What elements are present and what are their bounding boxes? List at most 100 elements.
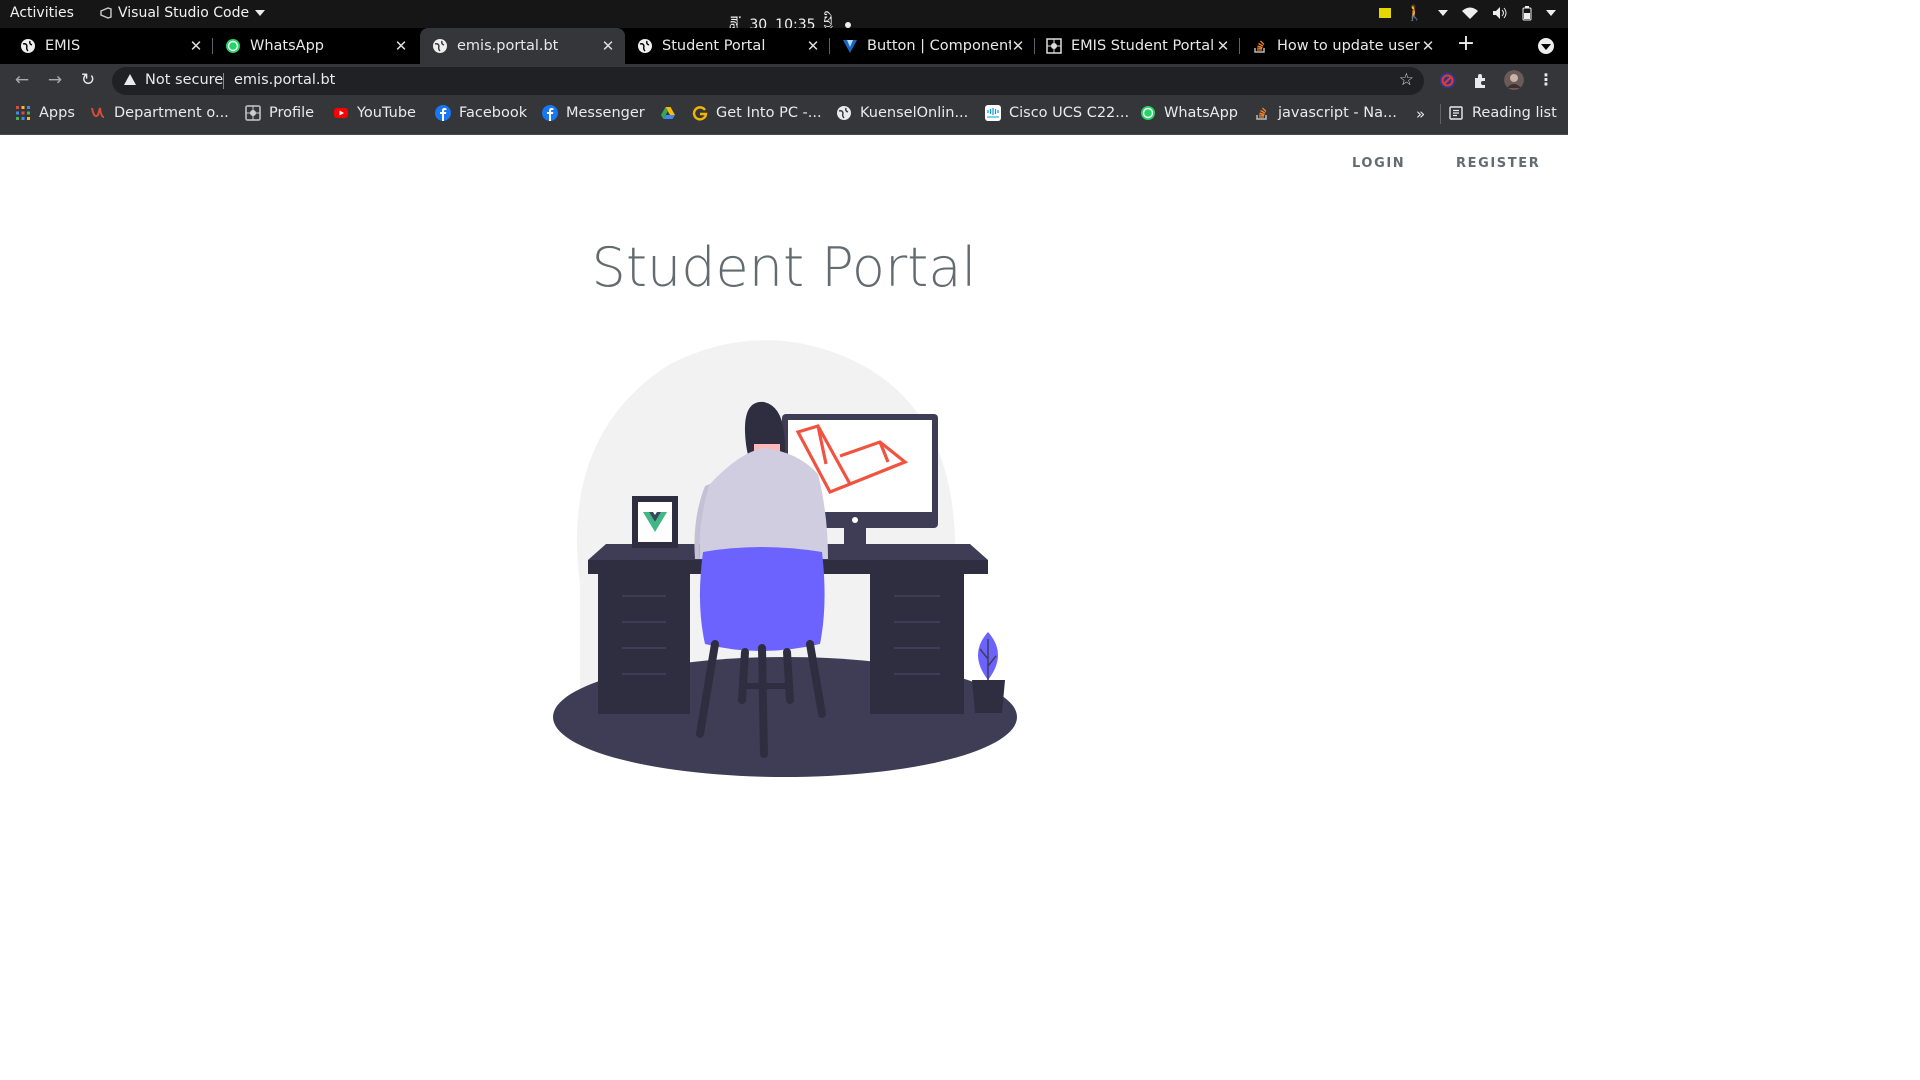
bookmark-label: YouTube	[357, 105, 416, 121]
bookmark-label: Cisco UCS C22...	[1009, 105, 1130, 121]
omnibox-divider	[223, 73, 224, 89]
tab-stackoverflow[interactable]: How to update user ✕	[1240, 28, 1445, 64]
tab-title: EMIS Student Portal	[1071, 38, 1215, 54]
mouse	[868, 552, 884, 558]
bookmarks-overflow-button[interactable]: »	[1416, 105, 1425, 123]
grid-logo-icon	[1046, 38, 1062, 54]
bookmark-youtube[interactable]: YouTube	[333, 105, 416, 121]
whatsapp-icon	[226, 39, 240, 53]
system-tray[interactable]: 🚶	[1379, 4, 1556, 22]
tab-search-button[interactable]	[1538, 38, 1554, 54]
close-icon[interactable]: ✕	[1011, 37, 1025, 55]
bookmark-stackoverflow[interactable]: javascript - Na...	[1254, 105, 1397, 121]
warning-icon	[124, 74, 136, 85]
security-status[interactable]: Not secure	[145, 72, 223, 88]
bookmark-department[interactable]: Department o...	[90, 105, 229, 121]
new-tab-button[interactable]: +	[1456, 33, 1476, 56]
bookmark-label: WhatsApp	[1164, 105, 1238, 121]
notes-icon[interactable]	[1379, 8, 1392, 18]
forward-button[interactable]: →	[46, 71, 64, 89]
activities-button[interactable]: Activities	[10, 5, 74, 21]
bookmarks-divider	[1440, 104, 1441, 124]
bookmark-label: Messenger	[566, 105, 645, 121]
close-icon[interactable]: ✕	[601, 37, 615, 55]
bookmark-profile[interactable]: Profile	[245, 105, 314, 121]
facebook-icon	[542, 105, 558, 121]
bookmark-cisco[interactable]: Cisco UCS C22...	[985, 105, 1129, 121]
system-top-bar: Activities Visual Studio Code ཟླ་ 30 10:…	[0, 0, 1568, 33]
tab-title: Button | Component	[867, 38, 1011, 54]
accessibility-icon[interactable]: 🚶	[1405, 4, 1424, 22]
reading-list-button[interactable]: Reading list	[1448, 105, 1557, 121]
globe-icon	[837, 106, 851, 120]
tab-student-portal[interactable]: Student Portal ✕	[625, 28, 830, 64]
bookmark-getintopc[interactable]: Get Into PC -...	[692, 105, 822, 121]
close-icon[interactable]: ✕	[1216, 37, 1230, 55]
extension-blocker-icon[interactable]	[1439, 72, 1456, 89]
close-icon[interactable]: ✕	[189, 37, 203, 55]
reload-button[interactable]: ↻	[79, 71, 97, 89]
tab-whatsapp[interactable]: WhatsApp ✕	[213, 28, 418, 64]
back-button[interactable]: ←	[13, 71, 31, 89]
page-title: Student Portal	[591, 236, 977, 299]
bookmark-kuensel[interactable]: KuenselOnlin...	[836, 105, 968, 121]
tab-title: How to update user	[1277, 38, 1420, 54]
youtube-icon	[334, 108, 348, 118]
close-icon[interactable]: ✕	[806, 37, 820, 55]
wifi-icon	[1462, 7, 1478, 19]
browser-menu-button[interactable]: ⋮	[1537, 71, 1555, 89]
chevron-down-icon	[1541, 44, 1551, 50]
url-text[interactable]: emis.portal.bt	[234, 72, 335, 88]
close-icon[interactable]: ✕	[1421, 37, 1435, 55]
stackoverflow-icon	[1254, 40, 1265, 53]
bookmark-label: KuenselOnlin...	[860, 105, 969, 121]
bookmark-facebook[interactable]: Facebook	[435, 105, 527, 121]
globe-icon	[638, 39, 652, 53]
tab-title: EMIS	[45, 38, 81, 54]
vscode-icon	[100, 7, 112, 19]
browser-toolbar: ← → ↻ Not secure emis.portal.bt ☆ ⋮	[0, 64, 1568, 96]
tab-title: WhatsApp	[250, 38, 324, 54]
apps-grid-icon	[16, 106, 30, 120]
chevron-down-icon[interactable]	[1438, 10, 1448, 16]
grid-logo-icon	[245, 105, 261, 121]
bookmark-label: Get Into PC -...	[716, 105, 822, 121]
bookmark-messenger[interactable]: Messenger	[542, 105, 645, 121]
tab-strip: EMIS ✕ WhatsApp ✕ emis.portal.bt ✕ Stude…	[0, 28, 1568, 64]
address-bar[interactable]: Not secure emis.portal.bt ☆	[112, 67, 1424, 95]
globe-icon	[433, 39, 447, 53]
bookmark-label: Facebook	[459, 105, 528, 121]
battery-icon	[1522, 5, 1532, 20]
login-link[interactable]: LOGIN	[1352, 156, 1405, 171]
bookmark-google-drive[interactable]	[660, 105, 684, 121]
bookmark-apps[interactable]: Apps	[15, 105, 75, 121]
close-icon[interactable]: ✕	[394, 37, 408, 55]
app-menu[interactable]: Visual Studio Code	[100, 5, 266, 21]
google-drive-icon	[661, 107, 675, 119]
tab-emis-portal[interactable]: emis.portal.bt ✕	[420, 28, 625, 64]
bookmark-label: Apps	[39, 105, 75, 121]
tab-vuetify-button[interactable]: Button | Component ✕	[830, 28, 1035, 64]
tab-title: Student Portal	[662, 38, 766, 54]
vuetify-icon	[843, 40, 857, 53]
tab-emis-student-portal[interactable]: EMIS Student Portal ✕	[1035, 28, 1240, 64]
register-link[interactable]: REGISTER	[1456, 156, 1540, 171]
whatsapp-icon	[1141, 106, 1155, 120]
stackoverflow-icon	[1256, 107, 1267, 120]
bookmark-whatsapp[interactable]: WhatsApp	[1140, 105, 1238, 121]
chevron-down-icon	[255, 10, 266, 16]
bookmark-label: Department o...	[114, 105, 229, 121]
profile-avatar[interactable]	[1504, 70, 1524, 90]
monitor-power-light	[852, 517, 858, 523]
extensions-puzzle-icon[interactable]	[1472, 72, 1489, 89]
plant-pot	[972, 680, 1005, 713]
globe-icon	[21, 39, 35, 53]
bookmark-label: Profile	[269, 105, 315, 121]
bookmark-star-icon[interactable]: ☆	[1399, 70, 1414, 90]
app-menu-label: Visual Studio Code	[118, 5, 250, 21]
developer-at-desk-illustration	[553, 340, 1017, 777]
power-menu-chevron-icon[interactable]	[1546, 10, 1556, 16]
chair-back	[699, 547, 825, 651]
tab-emis[interactable]: EMIS ✕	[0, 28, 213, 64]
tab-title: emis.portal.bt	[457, 38, 559, 54]
